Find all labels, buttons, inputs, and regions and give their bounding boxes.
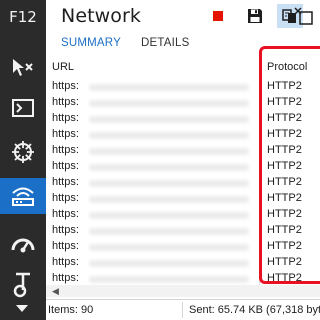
url-cell: https: (52, 176, 79, 188)
url-cell: https: (52, 240, 79, 252)
redacted-url (89, 228, 249, 235)
clear-session-button[interactable] (289, 4, 319, 28)
save-icon (248, 9, 262, 23)
url-cell: https: (52, 96, 79, 108)
protocol-column-highlight (259, 46, 320, 284)
items-count: Items: 90 (48, 304, 94, 316)
more-tools-arrow-icon[interactable] (16, 305, 28, 312)
redacted-url (89, 164, 249, 171)
url-cell: https: (52, 80, 79, 92)
url-cell: https: (52, 256, 79, 268)
redacted-url (89, 100, 249, 107)
redacted-url (89, 84, 249, 91)
redacted-url (89, 196, 249, 203)
clear-session-icon (294, 7, 313, 25)
redacted-url (89, 244, 249, 251)
url-cell: https: (52, 224, 79, 236)
redacted-url (89, 116, 249, 123)
url-cell: https: (52, 112, 79, 124)
tab-details[interactable]: DETAILS (141, 37, 189, 49)
panel-title: Network (61, 5, 142, 27)
horizontal-scrollbar[interactable]: ◀ (46, 285, 320, 297)
url-cell: https: (52, 144, 79, 156)
url-cell: https: (52, 192, 79, 204)
stop-recording-icon (213, 11, 223, 21)
column-header-url[interactable]: URL (52, 61, 74, 73)
redacted-url (89, 180, 249, 187)
url-cell: https: (52, 208, 79, 220)
redacted-url (89, 148, 249, 155)
redacted-url (89, 132, 249, 139)
scroll-left-icon[interactable]: ◀ (52, 286, 59, 297)
redacted-url (89, 212, 249, 219)
url-cell: https: (52, 128, 79, 140)
f12-label: F12 (9, 8, 37, 26)
status-bar: Items: 90 Sent: 65.74 KB (67,318 byte (46, 299, 320, 320)
status-separator (182, 302, 183, 318)
redacted-url (89, 276, 249, 283)
url-cell: https: (52, 160, 79, 172)
save-button[interactable] (244, 4, 266, 28)
redacted-url (89, 260, 249, 267)
stop-recording-button[interactable] (207, 4, 229, 28)
dom-explorer-icon (13, 59, 33, 76)
sent-size: Sent: 65.74 KB (67,318 byte (189, 304, 320, 316)
url-cell: https: (52, 272, 79, 284)
tab-summary[interactable]: SUMMARY (61, 37, 121, 49)
